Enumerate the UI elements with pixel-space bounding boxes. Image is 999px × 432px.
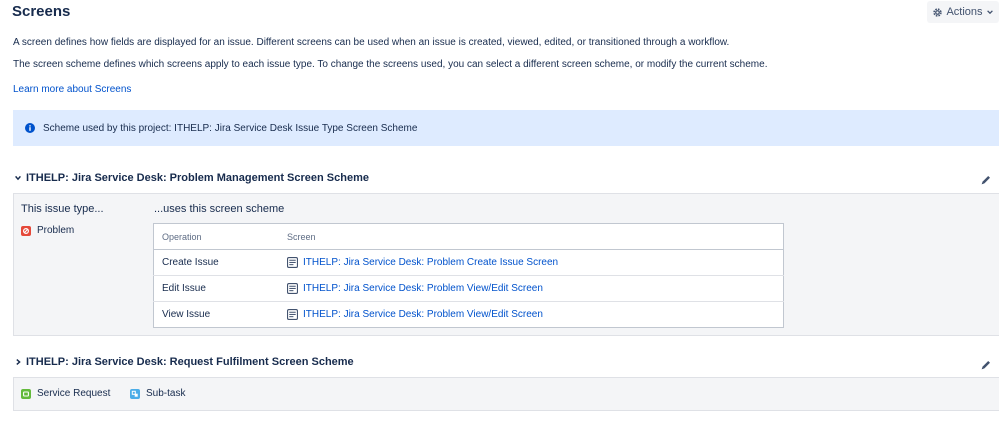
column-header-screen: Screen: [279, 223, 784, 250]
problem-icon: [21, 225, 31, 236]
actions-button[interactable]: Actions: [927, 1, 999, 23]
operations-table: Operation Screen Create Issue ITHELP: Ji…: [153, 223, 784, 328]
screen-icon: [287, 257, 298, 268]
info-banner: Scheme used by this project: ITHELP: Jir…: [13, 110, 999, 146]
table-row: View Issue ITHELP: Jira Service Desk: Pr…: [154, 302, 784, 328]
issue-type-label: Sub-task: [146, 388, 186, 399]
issue-type-problem: Problem: [21, 225, 74, 236]
chevron-right-icon: [16, 359, 21, 365]
screen-link[interactable]: ITHELP: Jira Service Desk: Problem View/…: [303, 309, 543, 320]
scheme-header-request-fulfilment[interactable]: ITHELP: Jira Service Desk: Request Fulfi…: [14, 356, 354, 368]
learn-more-link[interactable]: Learn more about Screens: [13, 84, 131, 95]
operation-cell: Edit Issue: [153, 275, 279, 302]
screen-cell: ITHELP: Jira Service Desk: Problem Creat…: [279, 249, 784, 276]
scheme-title: ITHELP: Jira Service Desk: Problem Manag…: [26, 172, 369, 184]
chevron-down-icon: [15, 175, 21, 181]
scheme-title: ITHELP: Jira Service Desk: Request Fulfi…: [26, 356, 354, 368]
issue-type-label: Service Request: [37, 388, 111, 399]
subtask-icon: [130, 388, 140, 399]
column-header-operation: Operation: [153, 223, 279, 250]
actions-label: Actions: [946, 6, 983, 18]
edit-pencil-icon[interactable]: [980, 359, 992, 371]
screen-icon: [287, 309, 298, 320]
edit-pencil-icon[interactable]: [980, 174, 992, 186]
issue-type-label: Problem: [37, 225, 75, 236]
screen-cell: ITHELP: Jira Service Desk: Problem View/…: [279, 275, 784, 302]
table-row: Edit Issue ITHELP: Jira Service Desk: Pr…: [153, 275, 784, 302]
page-title: Screens: [12, 3, 71, 20]
issue-type-heading: This issue type...: [21, 203, 104, 215]
screen-scheme-heading: ...uses this screen scheme: [154, 203, 285, 215]
description-line-1: A screen defines how fields are displaye…: [13, 37, 730, 48]
issue-type-subtask: Sub-task: [130, 388, 185, 399]
description-line-2: The screen scheme defines which screens …: [13, 59, 768, 70]
screen-link[interactable]: ITHELP: Jira Service Desk: Problem View/…: [303, 283, 543, 294]
chevron-down-icon: [986, 10, 993, 15]
table-row: Create Issue ITHELP: Jira Service Desk: …: [153, 249, 784, 276]
operation-cell: Create Issue: [153, 249, 279, 276]
scheme-header-problem-management[interactable]: ITHELP: Jira Service Desk: Problem Manag…: [14, 172, 369, 184]
screen-cell: ITHELP: Jira Service Desk: Problem View/…: [279, 302, 784, 328]
screen-link[interactable]: ITHELP: Jira Service Desk: Problem Creat…: [303, 257, 558, 268]
operation-cell: View Issue: [162, 309, 211, 320]
banner-text: Scheme used by this project: ITHELP: Jir…: [43, 122, 418, 134]
info-icon: [25, 123, 35, 133]
issue-type-service-request: Service Request: [21, 388, 110, 399]
screen-icon: [287, 283, 298, 294]
service-request-icon: [21, 388, 31, 399]
gear-icon: [933, 7, 943, 17]
